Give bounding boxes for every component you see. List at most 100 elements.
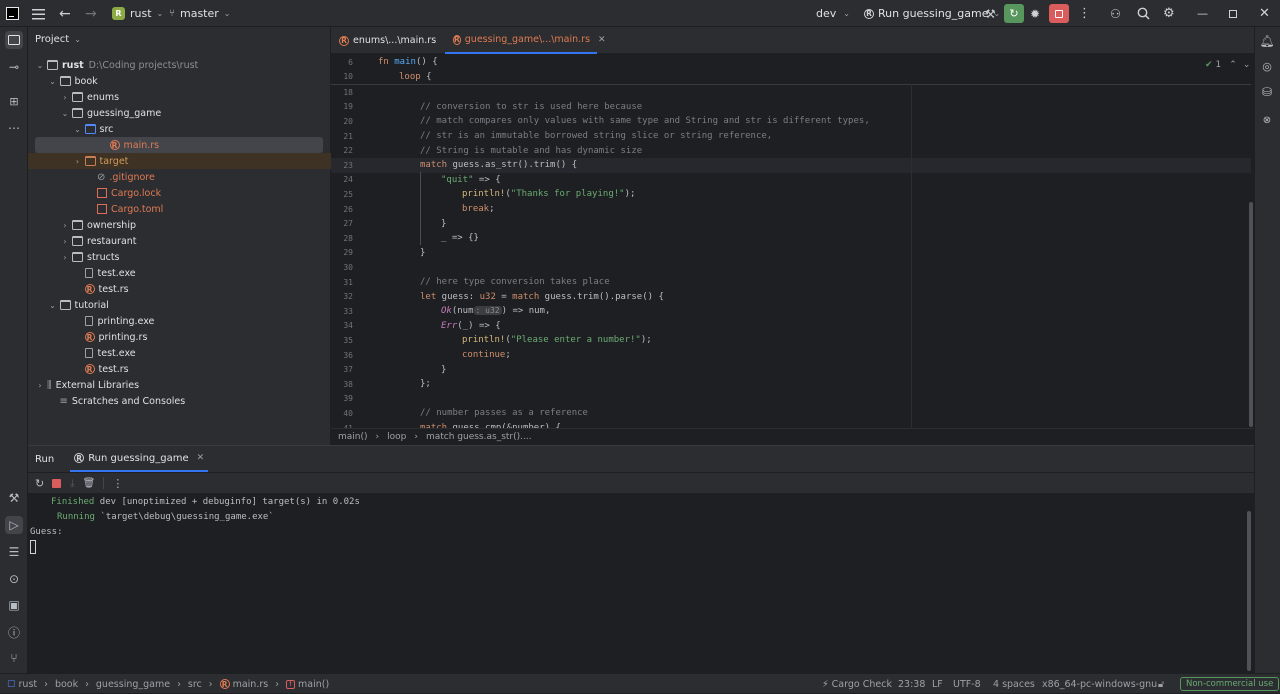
unlock-icon[interactable]: 🔓︎ [1158,674,1164,694]
tree-item[interactable]: › ⫼ External Libraries [28,377,331,393]
tree-item[interactable]: › restaurant [28,233,331,249]
chevron-down-icon[interactable]: ⌄ [48,301,58,310]
terminal-icon[interactable]: ▣ [5,596,23,614]
chevron-right-icon[interactable]: › [60,221,70,230]
breadcrumb-item[interactable]: main() [338,432,368,442]
tree-item[interactable]: Rmain.rs [35,137,323,153]
rerun-icon[interactable]: ↻ [35,477,44,490]
trash-icon[interactable]: 🗑︎ [83,478,96,489]
tree-item[interactable]: › structs [28,249,331,265]
chevron-down-icon[interactable]: ⌄ [73,125,83,134]
code-line[interactable]: 20 // match compares only values with sam… [331,114,1251,129]
code-line[interactable]: 31 // here type conversion takes place [331,275,1251,290]
tab-guessing-game-main[interactable]: R guessing_game\...\main.rs ✕ [445,27,606,54]
code-line[interactable]: 29} [331,246,1251,261]
code-line[interactable]: 40 // number passes as a reference [331,406,1251,421]
build-hammer-icon[interactable]: ⚒ [985,0,996,27]
tree-item[interactable]: printing.exe [28,313,331,329]
code-line[interactable]: 18 [331,85,1251,100]
caret-position[interactable]: 23:38 [898,674,925,694]
run-icon[interactable]: ▷ [5,516,23,534]
stop-icon[interactable] [52,478,62,488]
rerun-button[interactable]: ↻ [1004,0,1024,27]
add-user-icon[interactable]: ⚇ [1110,0,1121,27]
line-ending[interactable]: LF [932,674,943,694]
file-encoding[interactable]: UTF-8 [953,674,981,694]
tree-item[interactable]: ⌄ book [28,73,331,89]
tree-item[interactable]: test.exe [28,345,331,361]
code-line[interactable]: 25 println!("Thanks for playing!"); [331,187,1251,202]
code-line[interactable]: 30 [331,260,1251,275]
todo-list-icon[interactable]: ☰ [5,543,23,561]
settings-gear-icon[interactable]: ⚙ [1163,0,1175,27]
tree-item[interactable]: Cargo.toml [28,201,331,217]
code-line[interactable]: 34 Err(_) => { [331,319,1251,334]
main-menu-icon[interactable] [32,0,46,27]
back-arrow-icon[interactable]: ← [59,0,71,27]
path-item[interactable]: rust [19,679,38,690]
tree-item[interactable]: › target [28,153,331,169]
cargo-check-widget[interactable]: ⚡︎ Cargo Check [822,674,892,694]
chevron-right-icon[interactable]: › [73,157,83,166]
database-icon[interactable]: ⛁ [1258,83,1276,101]
code-line[interactable]: 10 loop { [331,70,1251,85]
tab-run-guessing-game[interactable]: R Run guessing_game ✕ [70,446,209,472]
tree-item[interactable]: test.exe [28,265,331,281]
code-line[interactable]: 38}; [331,377,1251,392]
ai-assistant-icon[interactable]: ◎ [1258,57,1276,75]
chevron-right-icon[interactable]: › [60,93,70,102]
tab-enums-main[interactable]: R enums\...\main.rs [331,27,444,54]
code-line[interactable]: 28 _ => {} [331,231,1251,246]
close-icon[interactable]: ✕ [1259,0,1270,27]
tree-item[interactable]: › ownership [28,217,331,233]
code-line[interactable]: 22 // String is mutable and has dynamic s… [331,143,1251,158]
run-config-selector[interactable]: R Run guessing_game ⌄ [864,0,1000,27]
close-tab-icon[interactable]: ✕ [197,453,205,463]
code-line[interactable]: 35 println!("Please enter a number!"); [331,333,1251,348]
tree-item[interactable]: ⊘ .gitignore [28,169,331,185]
tree-item[interactable]: Rprinting.rs [28,329,331,345]
maximize-icon[interactable] [1229,0,1237,27]
tree-item[interactable]: ⌄ tutorial [28,297,331,313]
chevron-right-icon[interactable]: › [60,237,70,246]
stop-button[interactable] [1049,0,1069,27]
breadcrumb-item[interactable]: loop [387,432,406,442]
path-item[interactable]: main.rs [233,679,269,690]
tree-item[interactable]: ⌄ rust D:\Coding projects\rust [28,57,331,73]
chevron-down-icon[interactable]: ⌄ [60,109,70,118]
code-line[interactable]: 19 // conversion to str is used here beca… [331,100,1251,115]
code-line[interactable]: 23 match guess.as_str().trim() { [331,158,1251,173]
tree-item[interactable]: Rtest.rs [28,361,331,377]
indent-setting[interactable]: 4 spaces [993,674,1035,694]
code-line[interactable]: 6 fn main() { [331,55,1251,70]
minimize-icon[interactable]: — [1197,0,1208,27]
code-line[interactable]: 33 Ok(num: u32) => num, [331,304,1251,319]
tree-item[interactable]: ⌄ guessing_game [28,105,331,121]
code-line[interactable]: 27} [331,216,1251,231]
problems-icon[interactable]: ⓘ [5,623,23,641]
chevron-right-icon[interactable]: › [35,381,45,390]
code-line[interactable]: 36 continue; [331,348,1251,363]
code-line[interactable]: 24 "quit" => { [331,173,1251,188]
close-tab-icon[interactable]: ✕ [598,35,606,45]
tree-item[interactable]: › enums [28,89,331,105]
project-selector[interactable]: R rust ⌄ [112,0,163,27]
scroll-to-end-icon[interactable]: ⤓ [70,478,74,489]
tree-item[interactable]: ≡ Scratches and Consoles [28,393,331,409]
project-panel-header[interactable]: Project ⌄ [35,34,81,45]
search-icon[interactable] [1137,0,1150,27]
debug-bug-icon[interactable]: ✹ [1030,0,1040,27]
forward-arrow-icon[interactable]: → [85,0,97,27]
more-vertical-icon[interactable]: ⋮ [1078,0,1091,27]
path-item[interactable]: main() [298,679,329,690]
chevron-down-icon[interactable]: ⌄ [48,77,58,86]
cargo-icon[interactable]: ⊗ [1258,111,1276,129]
editor-scrollbar[interactable] [1249,202,1253,427]
app-logo-icon[interactable] [6,0,19,27]
run-profile-selector[interactable]: dev ⌄ [816,0,850,27]
more-vertical-icon[interactable]: ⋮ [112,477,123,490]
tree-item[interactable]: Rtest.rs [28,281,331,297]
code-line[interactable]: 21 // str is an immutable borrowed string… [331,129,1251,144]
path-item[interactable]: src [188,679,202,690]
run-panel-title[interactable]: Run [35,454,54,465]
